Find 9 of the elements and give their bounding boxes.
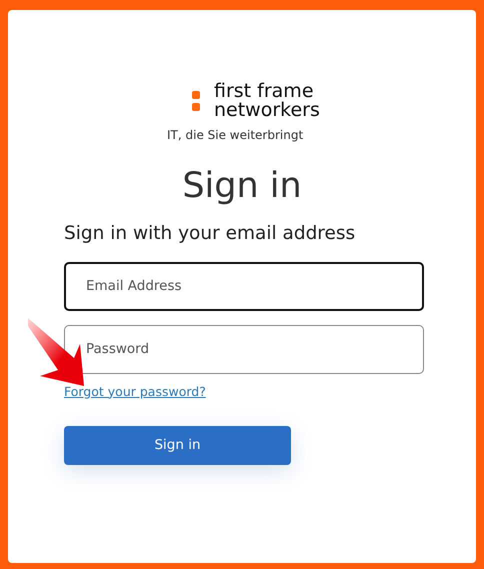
forgot-password-link[interactable]: Forgot your password? xyxy=(64,382,206,402)
logo-icon xyxy=(192,91,200,111)
tagline: IT, die Sie weiterbringt xyxy=(167,127,304,144)
input-field[interactable]: Email Address xyxy=(64,262,424,311)
sign-in-button[interactable]: Sign in xyxy=(64,426,291,465)
subheading: Sign in with your email address xyxy=(64,222,356,246)
page-heading: Sign in xyxy=(181,165,303,208)
input-field[interactable]: Password xyxy=(64,324,424,374)
logo-text: first frame networkers xyxy=(214,82,320,120)
